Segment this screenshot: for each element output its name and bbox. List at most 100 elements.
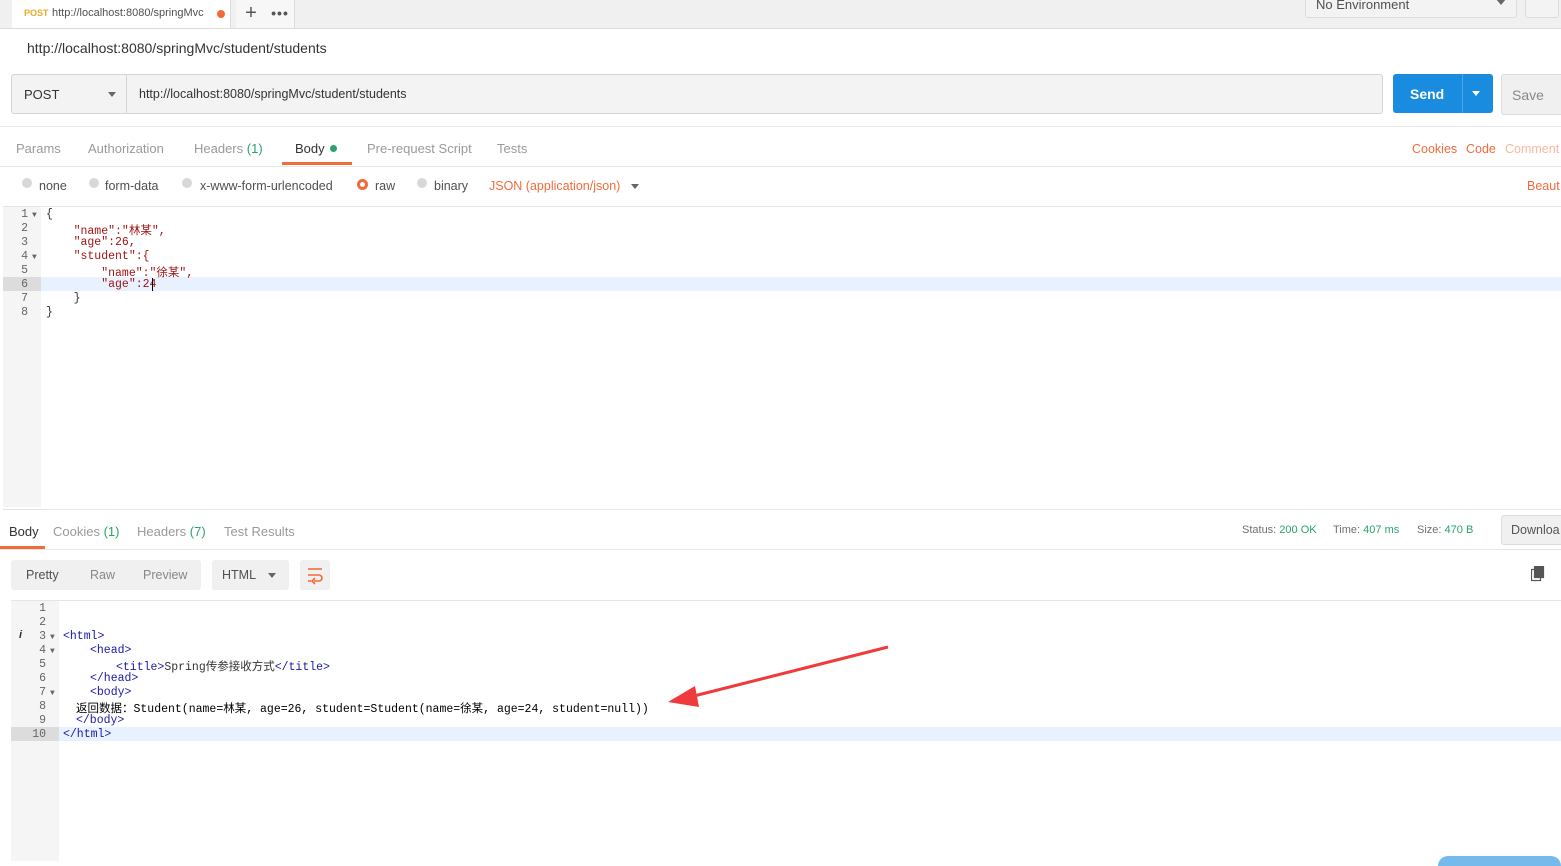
wrap-lines-button[interactable] xyxy=(300,560,330,590)
line-number: 5 xyxy=(39,658,46,671)
code-line: } xyxy=(46,292,81,305)
format-select[interactable]: HTML xyxy=(212,560,289,590)
format-label: HTML xyxy=(222,568,257,582)
pretty-button[interactable]: Pretty xyxy=(26,568,59,582)
active-line-highlight xyxy=(59,727,1561,741)
bottom-edge-widget xyxy=(1438,856,1561,866)
more-tabs-button[interactable]: ••• xyxy=(266,0,295,28)
radio-binary[interactable] xyxy=(417,178,427,188)
send-options-icon[interactable] xyxy=(1472,91,1480,96)
cookies-link[interactable]: Cookies xyxy=(1412,142,1457,156)
body-indicator-icon xyxy=(329,145,337,152)
view-mode-group: Pretty Raw Preview xyxy=(11,560,201,590)
tab-headers-label: Headers xyxy=(194,141,244,156)
download-button[interactable]: Downloa xyxy=(1501,515,1561,545)
radio-raw[interactable] xyxy=(357,179,368,190)
tab-prerequest-script[interactable]: Pre-request Script xyxy=(367,141,472,156)
status-value[interactable]: 200 OK xyxy=(1279,524,1316,536)
resp-tab-test-results[interactable]: Test Results xyxy=(224,524,295,539)
response-tabs: Body Cookies (1) Headers (7) Test Result… xyxy=(0,515,1561,550)
resp-tab-cookies[interactable]: Cookies (1) xyxy=(53,524,119,539)
code-line: { xyxy=(46,208,53,221)
resp-tab-headers-label: Headers xyxy=(137,524,187,539)
environment-label: No Environment xyxy=(1316,0,1410,12)
url-value: http://localhost:8080/springMvc/student/… xyxy=(139,87,407,101)
chevron-down-icon xyxy=(1496,0,1506,5)
code-line: "age":24 xyxy=(46,278,157,291)
fold-arrow-icon[interactable]: ▼ xyxy=(32,211,37,220)
code-line: "student":{ xyxy=(46,250,150,263)
tab-params[interactable]: Params xyxy=(16,141,61,156)
save-button[interactable]: Save xyxy=(1501,74,1561,115)
send-divider xyxy=(1462,74,1463,113)
code-line: </body> xyxy=(76,714,125,727)
url-input[interactable]: http://localhost:8080/springMvc/student/… xyxy=(126,74,1383,114)
resp-tab-body[interactable]: Body xyxy=(9,524,39,539)
radio-none-label: none xyxy=(39,179,67,193)
radio-urlencoded[interactable] xyxy=(182,178,192,188)
eye-icon[interactable] xyxy=(1525,0,1559,18)
time-readout: Time: 407 ms xyxy=(1333,524,1399,536)
headers-count-badge: (1) xyxy=(246,141,263,156)
download-label: Downloa xyxy=(1511,523,1560,537)
wrap-lines-icon xyxy=(308,568,323,585)
code-line: </html> xyxy=(63,728,112,741)
code-line: <body> xyxy=(90,686,132,699)
size-readout: Size: 470 B xyxy=(1417,524,1473,536)
line-number: 3 xyxy=(39,630,46,643)
beautify-link[interactable]: Beaut xyxy=(1527,179,1560,193)
chevron-down-icon xyxy=(268,573,276,578)
size-label: Size: xyxy=(1417,524,1442,536)
line-number: 6 xyxy=(39,672,46,685)
line-number: 9 xyxy=(39,714,46,727)
line-number: 4 xyxy=(39,644,46,657)
resp-tab-headers[interactable]: Headers (7) xyxy=(137,524,206,539)
preview-button[interactable]: Preview xyxy=(143,568,187,582)
comments-link[interactable]: Comment xyxy=(1505,142,1559,156)
fold-arrow-icon[interactable]: ▼ xyxy=(32,253,37,262)
line-number: 4 xyxy=(21,250,28,263)
content-type-select[interactable]: JSON (application/json) xyxy=(489,179,620,193)
code-line: <title>Spring传参接收方式</title> xyxy=(116,658,330,674)
method-label: POST xyxy=(24,87,60,102)
new-tab-button[interactable]: + xyxy=(236,0,267,28)
active-tab-indicator xyxy=(282,162,352,165)
radio-form-data-label: form-data xyxy=(105,179,159,193)
tab-body-label: Body xyxy=(295,141,325,156)
tab-authorization[interactable]: Authorization xyxy=(88,141,164,156)
radio-raw-label: raw xyxy=(375,179,396,193)
line-number: 5 xyxy=(21,264,28,277)
raw-button[interactable]: Raw xyxy=(90,568,115,582)
time-value[interactable]: 407 ms xyxy=(1363,524,1399,536)
tab-tests[interactable]: Tests xyxy=(497,141,527,156)
method-select[interactable]: POST xyxy=(11,74,127,114)
code-line: </head> xyxy=(90,672,139,685)
chevron-down-icon xyxy=(108,92,116,97)
title-text: Spring传参接收方式 xyxy=(164,661,275,674)
active-line-highlight xyxy=(41,277,1561,291)
line-number: 1 xyxy=(21,208,28,221)
fold-arrow-icon[interactable]: ▼ xyxy=(50,689,55,698)
copy-icon[interactable] xyxy=(1530,565,1545,582)
request-body-editor[interactable] xyxy=(3,206,1561,510)
code-link[interactable]: Code xyxy=(1466,142,1496,156)
request-tab[interactable]: POST http://localhost:8080/springMvc xyxy=(12,0,231,28)
fold-arrow-icon[interactable]: ▼ xyxy=(50,647,55,656)
tab-headers[interactable]: Headers (1) xyxy=(194,141,263,156)
tab-method-badge: POST xyxy=(24,8,49,18)
size-value[interactable]: 470 B xyxy=(1445,524,1474,536)
fold-arrow-icon[interactable]: ▼ xyxy=(50,633,55,642)
chevron-down-icon[interactable] xyxy=(631,184,639,189)
radio-binary-label: binary xyxy=(434,179,469,193)
line-number: 2 xyxy=(21,222,28,235)
send-button[interactable]: Send xyxy=(1393,74,1493,113)
headers-count-badge: (7) xyxy=(189,524,206,539)
radio-form-data[interactable] xyxy=(89,178,99,188)
environment-select[interactable]: No Environment xyxy=(1305,0,1517,18)
title-close-tag: </title> xyxy=(274,661,330,674)
line-number: 3 xyxy=(21,236,28,249)
code-line: "age":26, xyxy=(46,236,136,249)
send-label: Send xyxy=(1410,86,1445,102)
radio-none[interactable] xyxy=(22,178,32,188)
tab-body[interactable]: Body xyxy=(295,141,337,156)
